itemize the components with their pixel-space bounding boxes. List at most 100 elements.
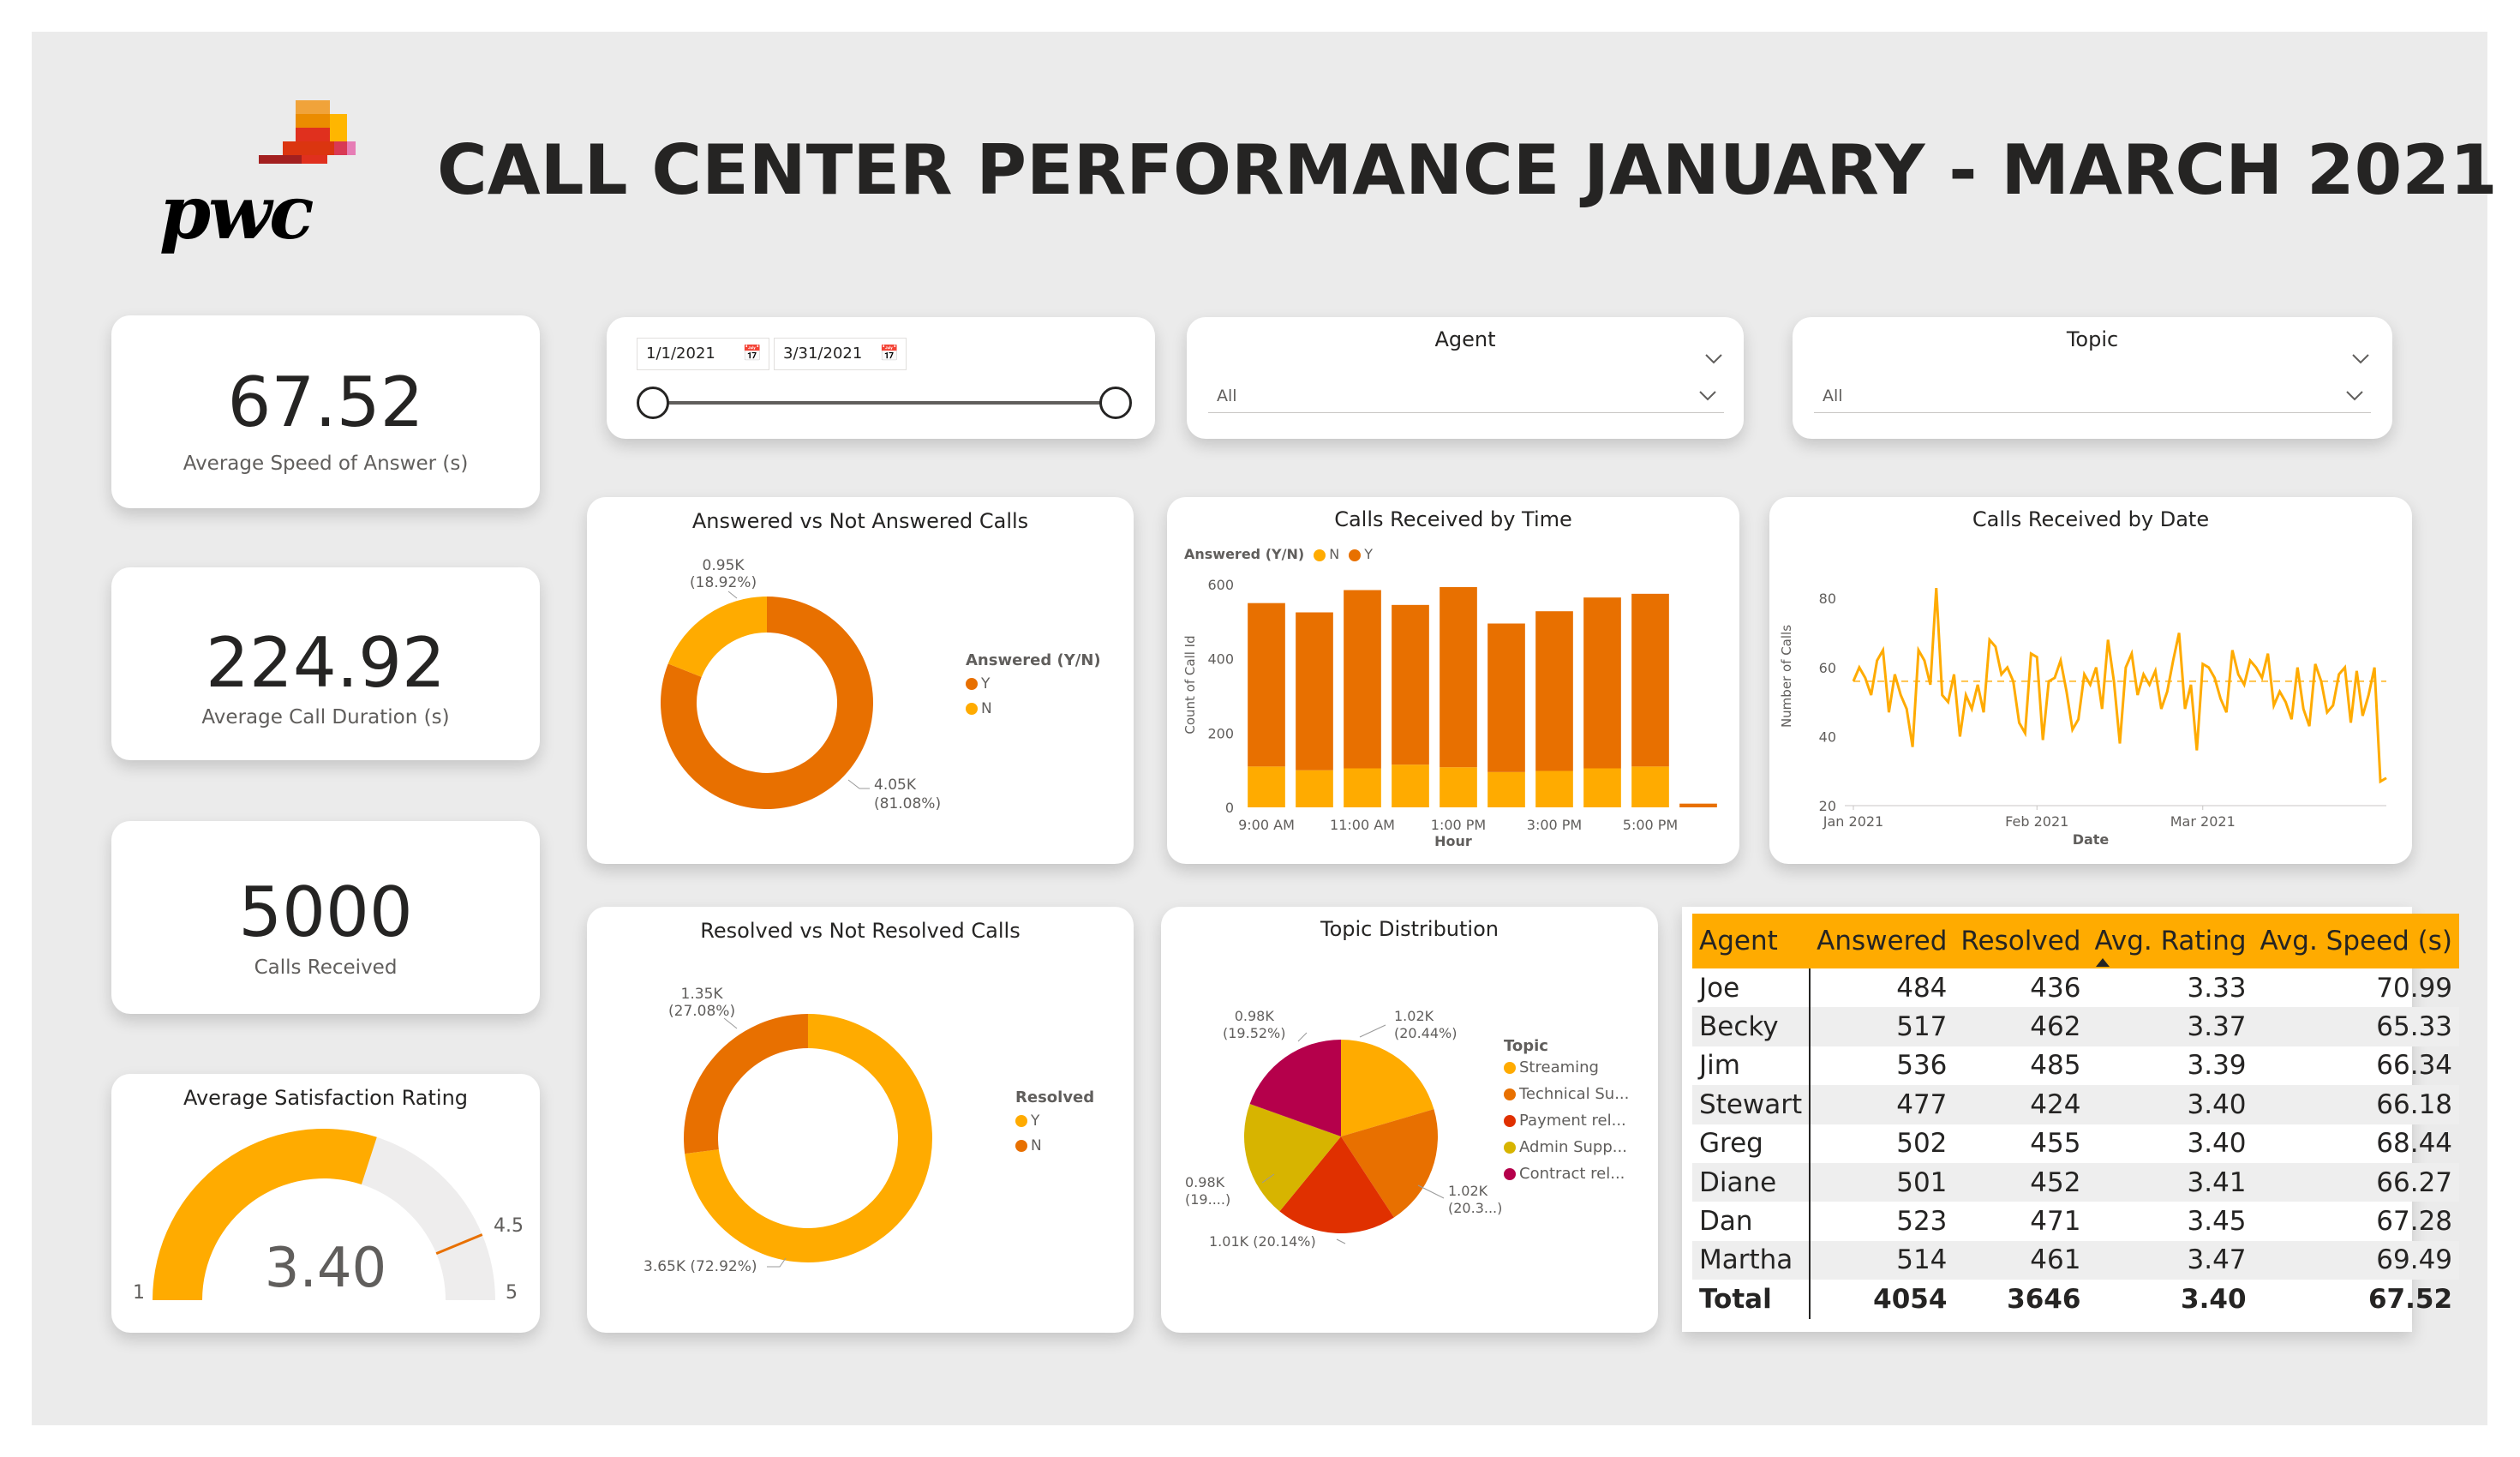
- calendar-icon[interactable]: 📅: [743, 339, 762, 369]
- bar-segment-y[interactable]: [1679, 803, 1717, 807]
- chevron-down-icon[interactable]: [1704, 353, 1723, 365]
- bar-segment-y[interactable]: [1583, 597, 1621, 769]
- bar-segment-y[interactable]: [1344, 590, 1381, 769]
- topic-legend-item[interactable]: Payment rel...: [1504, 1112, 1629, 1130]
- table-cell-agent: Stewart: [1692, 1085, 1811, 1124]
- topic-legend-item[interactable]: Streaming: [1504, 1058, 1629, 1076]
- y-tick-label: 400: [1207, 651, 1234, 668]
- x-tick-label: 1:00 PM: [1431, 817, 1486, 833]
- table-cell: 3.40: [2181, 1283, 2247, 1315]
- resolved-legend-item-y[interactable]: Y: [1015, 1112, 1094, 1130]
- topic-legend-item[interactable]: Technical Su...: [1504, 1085, 1629, 1103]
- bar-segment-y[interactable]: [1535, 611, 1573, 771]
- topic-legend-title: Topic: [1504, 1037, 1548, 1055]
- bar-segment-n[interactable]: [1487, 771, 1525, 807]
- date-range-start-handle[interactable]: [637, 387, 669, 419]
- chevron-down-icon[interactable]: [1698, 390, 1717, 402]
- time-xlabel: Hour: [1434, 833, 1472, 849]
- kpi-duration-value: 224.92: [206, 623, 446, 703]
- chevron-down-icon[interactable]: [2345, 390, 2364, 402]
- table-cell: 455: [2030, 1128, 2081, 1160]
- resolved-legend-item-n[interactable]: N: [1015, 1136, 1094, 1154]
- table-cell: 517: [1810, 1007, 1954, 1046]
- x-tick-label: Jan 2021: [1823, 813, 1883, 830]
- table-cell: 3.40: [2187, 1128, 2247, 1160]
- topic-label-contract-value: 0.98K: [1234, 1008, 1274, 1024]
- col-agent[interactable]: Agent: [1692, 914, 1811, 968]
- table-row[interactable]: Greg 502 455 3.40 68.44: [1692, 1124, 2459, 1163]
- calendar-icon[interactable]: 📅: [880, 339, 899, 369]
- col-avg-speed[interactable]: Avg. Speed (s): [2253, 914, 2460, 968]
- resolved-label-y: 3.65K (72.92%): [643, 1258, 757, 1275]
- topic-dropdown[interactable]: All: [1814, 379, 2371, 413]
- answered-legend-item-n[interactable]: N: [966, 699, 1101, 717]
- table-cell: 485: [2030, 1050, 2081, 1082]
- donut-slice-n[interactable]: [667, 597, 767, 677]
- bar-segment-y[interactable]: [1631, 593, 1669, 767]
- x-tick-label: 3:00 PM: [1527, 817, 1582, 833]
- date-xlabel: Date: [2072, 831, 2110, 848]
- calls-line[interactable]: [1852, 587, 2387, 784]
- bar-segment-n[interactable]: [1440, 767, 1477, 807]
- table-cell: 65.33: [2253, 1007, 2460, 1046]
- topic-legend-item[interactable]: Admin Supp...: [1504, 1138, 1629, 1156]
- donut-slice-n[interactable]: [684, 1014, 808, 1154]
- answered-label-y: 4.05K (81.08%): [874, 776, 941, 813]
- table-row[interactable]: Diane 501 452 3.41 66.27: [1692, 1162, 2460, 1202]
- table-cell-agent: Martha: [1692, 1240, 1811, 1280]
- col-resolved[interactable]: Resolved: [1954, 914, 2088, 968]
- agent-table-card: Agent Answered Resolved Avg. Rating Avg.…: [1682, 907, 2460, 1332]
- topic-legend-item[interactable]: Contract rel...: [1504, 1165, 1629, 1183]
- table-row[interactable]: Jim 536 485 3.39 66.34: [1692, 1046, 2459, 1086]
- table-row[interactable]: Becky 517 462 3.37 65.33: [1692, 1007, 2460, 1046]
- resolved-label-n-pct: (27.08%): [668, 1003, 736, 1020]
- answered-label-n-value: 0.95K: [702, 557, 745, 574]
- agent-slicer-title: Agent: [1434, 327, 1496, 351]
- topic-label-contract-pct: (19.52%): [1223, 1025, 1286, 1041]
- bar-segment-n[interactable]: [1583, 768, 1621, 808]
- col-answered[interactable]: Answered: [1810, 914, 1954, 968]
- table-cell: 66.18: [2253, 1085, 2460, 1124]
- date-range-track[interactable]: [654, 401, 1125, 405]
- chevron-down-icon[interactable]: [2351, 353, 2370, 365]
- bar-segment-n[interactable]: [1392, 764, 1429, 807]
- kpi-speed-value: 67.52: [227, 363, 424, 442]
- bar-segment-y[interactable]: [1392, 604, 1429, 765]
- leader-line-y: [847, 779, 870, 789]
- bar-segment-n[interactable]: [1248, 766, 1285, 807]
- table-row[interactable]: Stewart 477 424 3.40 66.18: [1692, 1085, 2460, 1124]
- table-cell: 3.47: [2087, 1240, 2254, 1280]
- table-row[interactable]: Joe 484 436 3.33 70.99: [1692, 968, 2459, 1008]
- table-cell: 3.37: [2087, 1007, 2254, 1046]
- col-avg-rating[interactable]: Avg. Rating: [2087, 914, 2254, 968]
- table-header-row: Agent Answered Resolved Avg. Rating Avg.…: [1692, 914, 2460, 968]
- legend-dot-y: [966, 678, 978, 690]
- bar-segment-y[interactable]: [1248, 603, 1285, 767]
- answered-legend-item-y[interactable]: Y: [966, 675, 1101, 693]
- table-cell: 4054: [1873, 1283, 1948, 1315]
- answered-legend: Answered (Y/N) Y N: [966, 651, 1101, 717]
- bar-segment-y[interactable]: [1440, 587, 1477, 768]
- legend-dot-n: [1015, 1140, 1027, 1152]
- bar-segment-y[interactable]: [1487, 623, 1525, 772]
- agent-dropdown[interactable]: All: [1208, 379, 1724, 413]
- table-cell: 424: [1954, 1085, 2088, 1124]
- table-cell: 462: [1954, 1007, 2088, 1046]
- resolved-legend-title: Resolved: [1015, 1088, 1095, 1106]
- bar-segment-n[interactable]: [1296, 770, 1333, 807]
- table-cell: 67.28: [2376, 1206, 2453, 1238]
- leader-line-n: [727, 591, 738, 599]
- start-date-input[interactable]: 1/1/2021 📅: [637, 338, 769, 370]
- bar-segment-n[interactable]: [1535, 770, 1573, 807]
- table-row[interactable]: Dan 523 471 3.45 67.28: [1692, 1202, 2459, 1241]
- date-chart-card: Calls Received by Date 80 60 40 20 Jan 2021 F…: [1769, 497, 2412, 864]
- bar-segment-y[interactable]: [1296, 612, 1333, 770]
- bar-segment-n[interactable]: [1344, 768, 1381, 808]
- bar-segment-n[interactable]: [1631, 766, 1669, 807]
- sort-ascending-icon[interactable]: [2096, 958, 2110, 967]
- end-date-input[interactable]: 3/31/2021 📅: [774, 338, 907, 370]
- topic-label-contract: 0.98K (19.52%): [1223, 1008, 1286, 1042]
- date-range-end-handle[interactable]: [1099, 387, 1132, 419]
- table-total-row[interactable]: Total 4054 3646 3.40 67.52: [1692, 1280, 2459, 1319]
- table-row[interactable]: Martha 514 461 3.47 69.49: [1692, 1240, 2460, 1280]
